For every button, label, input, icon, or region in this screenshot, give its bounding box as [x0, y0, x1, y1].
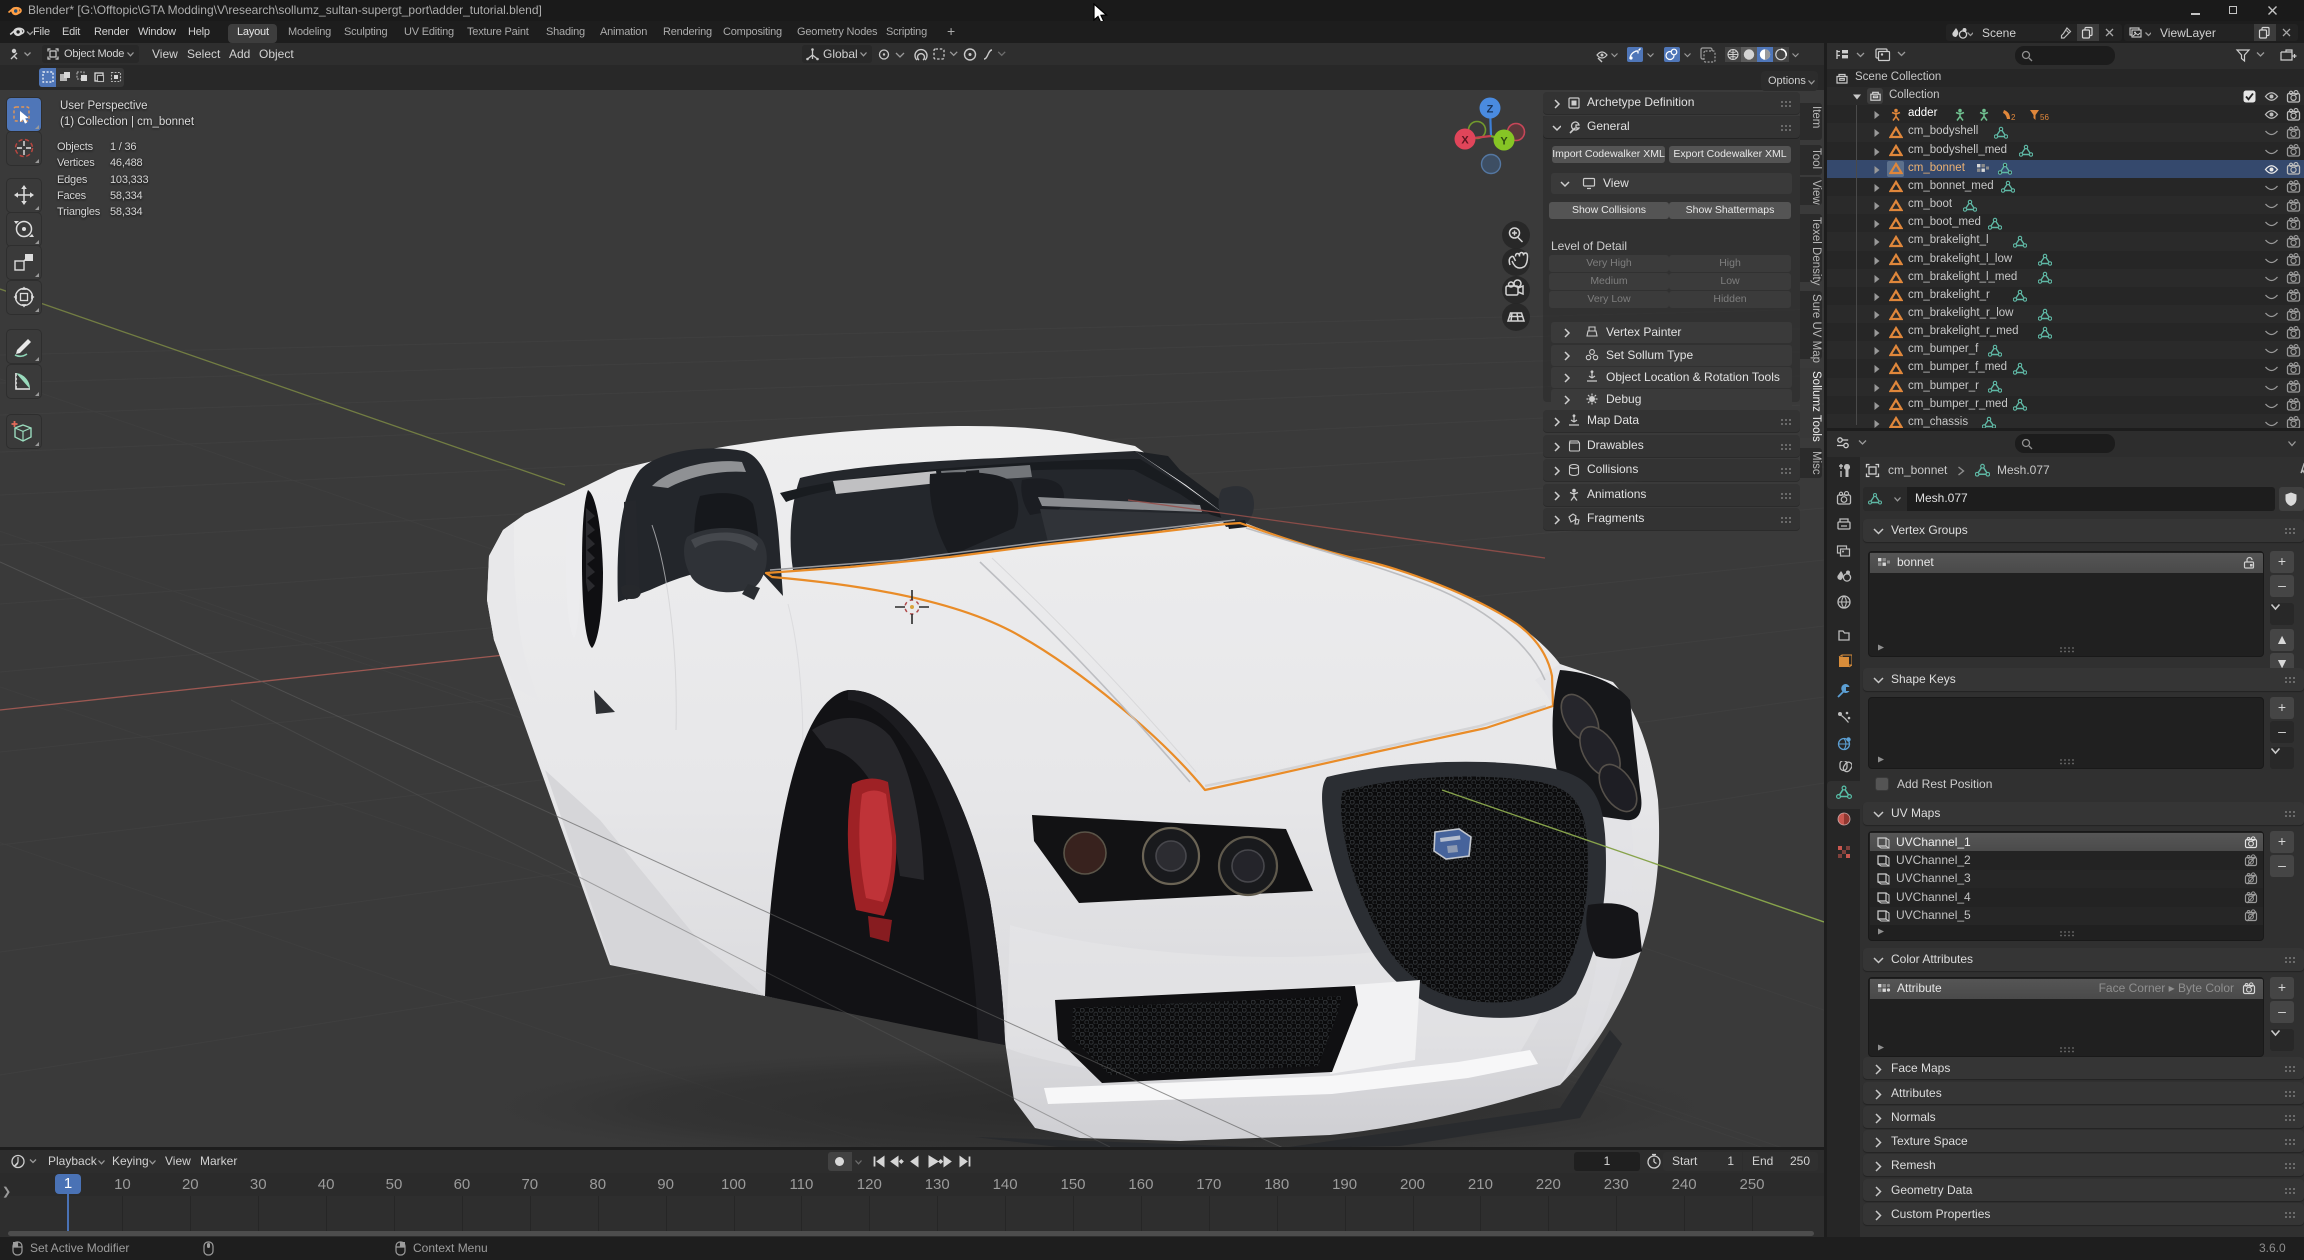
- svg-text:2: 2: [2011, 113, 2016, 122]
- svg-text:Y: Y: [1500, 136, 1508, 148]
- svg-text:56: 56: [2040, 113, 2049, 122]
- svg-text:X: X: [1461, 135, 1469, 147]
- svg-text:Z: Z: [1487, 104, 1494, 116]
